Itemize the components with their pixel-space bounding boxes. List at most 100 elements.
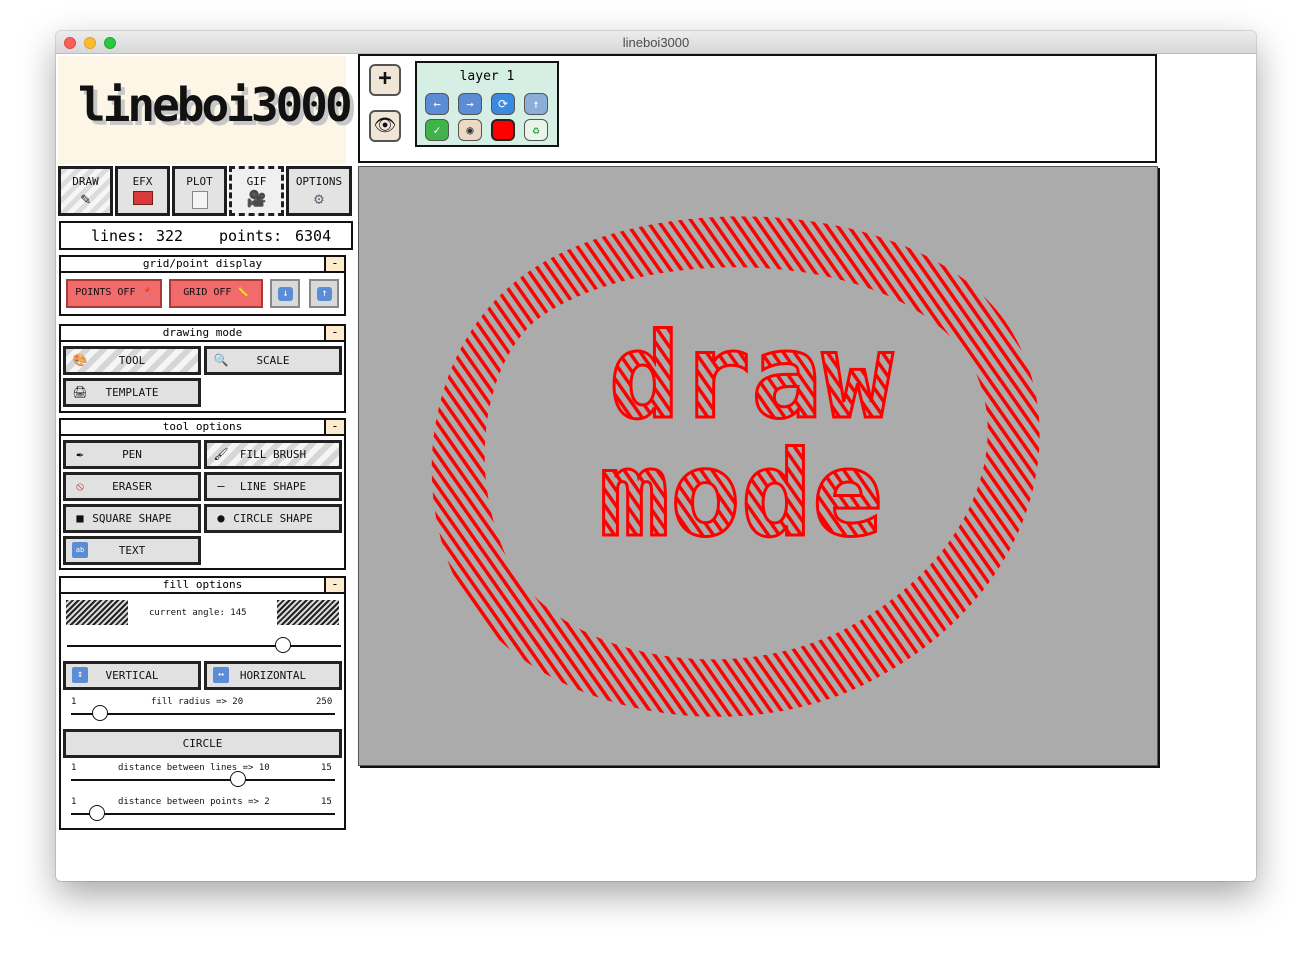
line-distance-slider[interactable] <box>71 779 335 781</box>
scale-mode-button[interactable]: 🔍 SCALE <box>204 346 342 375</box>
fill-preview-right <box>277 600 339 625</box>
tab-draw[interactable]: DRAW ✎ <box>58 166 113 216</box>
circle-fill-label: CIRCLE <box>182 737 223 750</box>
horizontal-label: HORIZONTAL <box>239 669 307 682</box>
toolbox-icon <box>118 191 167 208</box>
panel-title: drawing mode - <box>61 326 344 342</box>
check-icon[interactable]: ✓ <box>425 119 449 141</box>
points-count: 6304 <box>295 227 332 245</box>
lines-count: 322 <box>156 227 184 245</box>
gear-icon: ⚙ <box>314 189 324 208</box>
points-distance-min: 1 <box>71 797 77 807</box>
plus-icon: + <box>378 66 392 91</box>
panel-title: grid/point display - <box>61 257 344 273</box>
tool-options-panel: tool options - ✒ PEN 🖌 FILL BRUSH ⦸ ERAS… <box>59 418 346 570</box>
brush-icon: 🖌 <box>213 447 229 461</box>
recycle-icon[interactable]: ♻ <box>524 119 548 141</box>
ruler-icon: 📏 <box>237 288 249 298</box>
line-distance-knob[interactable] <box>230 771 246 787</box>
eye-icon: 👁 <box>373 115 397 136</box>
vertical-fill-button[interactable]: ↕ VERTICAL <box>63 661 201 690</box>
point-distance-slider[interactable] <box>71 813 335 815</box>
eraser-tool-button[interactable]: ⦸ ERASER <box>63 472 201 501</box>
pen-tool-label: PEN <box>122 448 142 461</box>
mode-tabs: DRAW ✎ EFX PLOT GIF 🎥 OPTIONS ⚙ <box>58 166 354 218</box>
upload-icon[interactable]: ↑ <box>524 93 548 115</box>
move-up-button[interactable]: ↑ <box>309 279 339 308</box>
move-down-button[interactable]: ↓ <box>270 279 300 308</box>
horizontal-fill-button[interactable]: ↔ HORIZONTAL <box>204 661 342 690</box>
layer-card[interactable]: layer 1 ← → ⟳ ↑ ✓ ◉ ♻ <box>415 61 559 147</box>
drawing-canvas[interactable]: draw mode <box>358 166 1158 766</box>
angle-slider-knob[interactable] <box>275 637 291 653</box>
template-mode-button[interactable]: 🖨 TEMPLATE <box>63 378 201 407</box>
radius-max: 250 <box>316 697 333 707</box>
arrow-left-icon[interactable]: ← <box>425 93 449 115</box>
drawing-mode-title: drawing mode <box>162 326 243 339</box>
pin-icon: 📍 <box>141 288 153 298</box>
title-bar: lineboi3000 <box>56 31 1256 54</box>
no-entry-icon: ⦸ <box>76 479 84 493</box>
radius-label: fill radius => 20 <box>151 697 244 707</box>
printer-icon: 🖨 <box>72 385 88 399</box>
camera-icon: 🎥 <box>246 189 267 208</box>
tab-plot[interactable]: PLOT <box>172 166 227 216</box>
arrow-right-icon[interactable]: → <box>458 93 482 115</box>
points-distance-label: distance between points => 2 <box>118 797 270 807</box>
magnifier-icon: 🔍 <box>213 353 229 367</box>
points-off-button[interactable]: POINTS OFF 📍 <box>66 279 162 308</box>
app-window: lineboi3000 lineboi3000 DRAW ✎ EFX PLOT … <box>56 31 1256 881</box>
square-shape-tool-button[interactable]: ■ SQUARE SHAPE <box>63 504 201 533</box>
lines-distance-min: 1 <box>71 763 77 773</box>
collapse-button[interactable]: - <box>324 578 344 592</box>
fill-brush-tool-button[interactable]: 🖌 FILL BRUSH <box>204 440 342 469</box>
tool-options-title: tool options <box>162 420 243 433</box>
fill-brush-label: FILL BRUSH <box>239 448 307 461</box>
circle-fill-button[interactable]: CIRCLE <box>63 729 342 758</box>
point-distance-knob[interactable] <box>89 805 105 821</box>
collapse-button[interactable]: - <box>324 326 344 340</box>
paper-icon <box>175 191 224 212</box>
grid-off-button[interactable]: GRID OFF 📏 <box>169 279 263 308</box>
tab-options[interactable]: OPTIONS ⚙ <box>286 166 352 216</box>
pen-tool-button[interactable]: ✒ PEN <box>63 440 201 469</box>
arrow-up-icon: ↑ <box>317 287 332 301</box>
points-off-label: POINTS OFF <box>75 287 136 298</box>
grid-point-panel: grid/point display - POINTS OFF 📍 GRID O… <box>59 255 346 316</box>
window-title: lineboi3000 <box>622 35 690 50</box>
circle-shape-tool-button[interactable]: ● CIRCLE SHAPE <box>204 504 342 533</box>
text-tool-label: TEXT <box>118 544 146 557</box>
eye-icon[interactable]: ◉ <box>458 119 482 141</box>
tool-mode-label: TOOL <box>118 354 146 367</box>
tab-efx[interactable]: EFX <box>115 166 170 216</box>
toggle-visibility-button[interactable]: 👁 <box>369 110 401 142</box>
line-shape-tool-button[interactable]: — LINE SHAPE <box>204 472 342 501</box>
radius-min: 1 <box>71 697 77 707</box>
layer-toolbar: + 👁 layer 1 ← → ⟳ ↑ ✓ ◉ ♻ <box>358 54 1157 163</box>
horizontal-arrows-icon: ↔ <box>213 667 229 683</box>
tool-mode-button[interactable]: 🎨 TOOL <box>63 346 201 375</box>
abc-icon: ab <box>72 542 88 558</box>
add-layer-button[interactable]: + <box>369 64 401 96</box>
lines-distance-label: distance between lines => 10 <box>118 763 270 773</box>
fill-radius-slider[interactable] <box>71 713 335 715</box>
line-shape-label: LINE SHAPE <box>239 480 307 493</box>
repeat-icon[interactable]: ⟳ <box>491 93 515 115</box>
angle-slider[interactable] <box>67 645 341 647</box>
tab-gif-label: GIF <box>246 175 267 188</box>
angle-label: current angle: 145 <box>149 608 247 618</box>
line-icon: — <box>217 479 225 493</box>
tab-options-label: OPTIONS <box>295 175 343 188</box>
eraser-tool-label: ERASER <box>112 480 152 493</box>
fill-radius-knob[interactable] <box>92 705 108 721</box>
text-tool-button[interactable]: ab TEXT <box>63 536 201 565</box>
tab-gif[interactable]: GIF 🎥 <box>229 166 284 216</box>
collapse-button[interactable]: - <box>324 420 344 434</box>
grid-off-label: GRID OFF <box>183 287 232 298</box>
template-mode-label: TEMPLATE <box>105 386 159 399</box>
pen-icon: ✒ <box>76 447 84 461</box>
collapse-button[interactable]: - <box>324 257 344 271</box>
vertical-label: VERTICAL <box>105 669 159 682</box>
color-swatch[interactable] <box>491 119 515 141</box>
layer-name: layer 1 <box>459 69 515 84</box>
